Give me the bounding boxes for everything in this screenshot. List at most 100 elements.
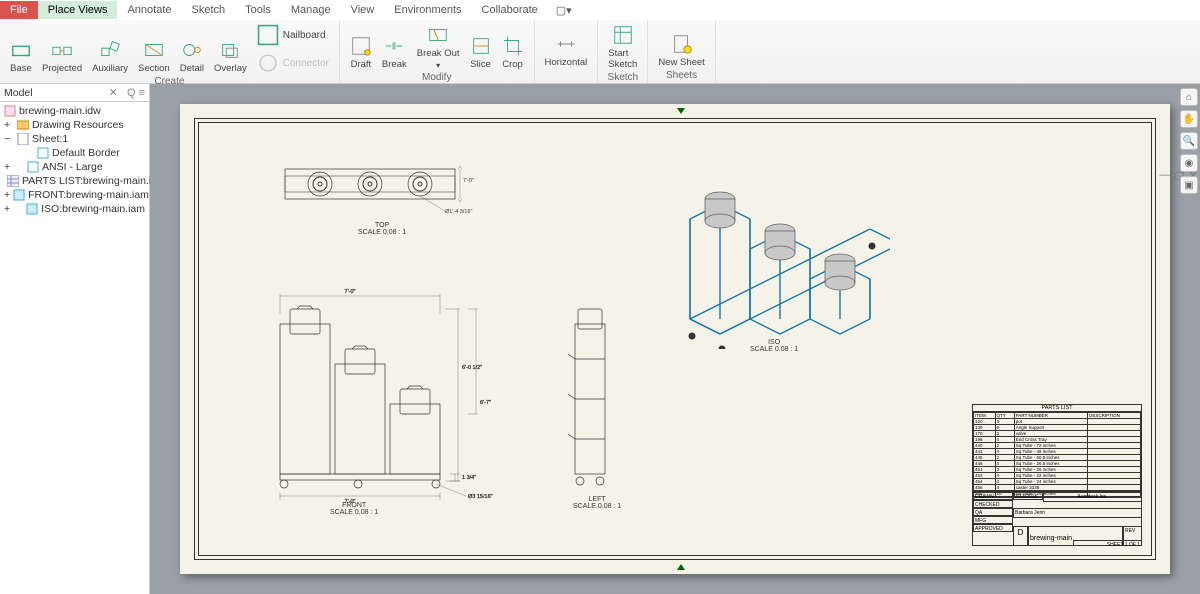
pan-icon[interactable]: ✋ (1180, 110, 1198, 128)
model-browser: Model ✕ Q ≡ brewing-main.idw +Drawing Re… (0, 84, 150, 594)
svg-text:1 3/4": 1 3/4" (462, 475, 476, 481)
ribbon-group-sketch: StartSketch Sketch (598, 20, 648, 83)
tab-collaborate[interactable]: Collaborate (472, 1, 548, 19)
tree-iso-view[interactable]: +ISO:brewing-main.iam (0, 202, 149, 216)
tb-date: 3/13/2015 (1013, 492, 1043, 500)
tab-manage[interactable]: Manage (281, 1, 341, 19)
projected-label: Projected (42, 63, 82, 74)
tb-qa: QA (973, 508, 1013, 516)
break-button[interactable]: Break (380, 33, 409, 72)
section-button[interactable]: Section (136, 37, 172, 76)
base-label: Base (10, 63, 32, 74)
svg-text:Ø1'-4 3/16": Ø1'-4 3/16" (445, 209, 473, 214)
new-sheet-label: New Sheet (658, 57, 704, 68)
ribbon: Base Projected Auxiliary Section Detail … (0, 20, 1200, 84)
dim-group-label (565, 70, 568, 83)
section-label: Section (138, 63, 170, 74)
ribbon-group-create: Base Projected Auxiliary Section Detail … (0, 20, 340, 83)
break-label: Break (382, 59, 407, 70)
top-view-label: TOPSCALE 0.08 : 1 (358, 222, 406, 236)
browser-tree: brewing-main.idw +Drawing Resources −She… (0, 102, 149, 218)
start-sketch-label: StartSketch (608, 48, 637, 70)
auxiliary-button[interactable]: Auxiliary (90, 37, 130, 76)
base-button[interactable]: Base (8, 37, 34, 76)
top-view: 7'-0" Ø1'-4 3/16" (280, 154, 480, 214)
left-view-label: LEFTSCALE 0.08 : 1 (573, 496, 621, 510)
auxiliary-label: Auxiliary (92, 63, 128, 74)
tree-resources-label: Drawing Resources (32, 119, 124, 131)
tb-designer: Barbara Jerin (1013, 508, 1142, 518)
browser-title: Model (4, 87, 33, 99)
svg-text:7'-0": 7'-0" (345, 289, 356, 295)
draft-button[interactable]: Draft (348, 33, 374, 72)
tb-mfg: MFG (973, 516, 1013, 524)
title-block: DRAWN CHECKED QA MFG APPROVED 3/13/2015 … (972, 491, 1142, 546)
new-sheet-button[interactable]: New Sheet (656, 31, 706, 70)
lookat-icon[interactable]: ▣ (1180, 176, 1198, 194)
svg-text:Ø3 15/16": Ø3 15/16" (468, 494, 493, 500)
parts-list-table: PARTS LIST ITEMQTYPART NUMBERDESCRIPTION… (972, 404, 1142, 498)
breakout-button[interactable]: Break Out▾ (415, 22, 462, 72)
tab-bar: File Place Views Annotate Sketch Tools M… (0, 0, 1200, 20)
tree-front-view-label: FRONT:brewing-main.iam (28, 189, 149, 201)
tab-annotate[interactable]: Annotate (117, 1, 181, 19)
tree-root[interactable]: brewing-main.idw (0, 104, 149, 118)
window-min[interactable]: — (1159, 169, 1170, 182)
tree-front-view[interactable]: +FRONT:brewing-main.iam (0, 188, 149, 202)
bottom-arrow-icon (675, 562, 687, 572)
sheets-group-label: Sheets (666, 70, 697, 83)
detail-button[interactable]: Detail (178, 37, 206, 76)
projected-button[interactable]: Projected (40, 37, 84, 76)
tab-sketch[interactable]: Sketch (182, 1, 236, 19)
left-view (550, 299, 630, 499)
parts-list-title: PARTS LIST (973, 405, 1141, 412)
tb-approved: APPROVED (973, 524, 1013, 532)
nailboard-button[interactable]: Nailboard (255, 22, 331, 48)
tab-view[interactable]: View (341, 1, 385, 19)
tree-sheet-label: Sheet:1 (32, 133, 68, 145)
slice-label: Slice (470, 59, 491, 70)
orbit-icon[interactable]: ◉ (1180, 154, 1198, 172)
tree-ansi-large[interactable]: +ANSI - Large (0, 160, 149, 174)
tb-size: D (1013, 526, 1028, 546)
tree-sheet[interactable]: −Sheet:1 (0, 132, 149, 146)
tab-environments[interactable]: Environments (384, 1, 471, 19)
svg-text:6'-0 1/2": 6'-0 1/2" (462, 365, 482, 371)
drawing-canvas[interactable]: 7'-0" Ø1'-4 3/16" TOPSCALE 0.08 : 1 (150, 84, 1200, 594)
ribbon-group-dim: Horizontal (535, 20, 599, 83)
horizontal-button[interactable]: Horizontal (543, 31, 590, 70)
overlay-button[interactable]: Overlay (212, 37, 249, 76)
zoom-icon[interactable]: 🔍 (1180, 132, 1198, 150)
drawing-sheet: 7'-0" Ø1'-4 3/16" TOPSCALE 0.08 : 1 (180, 104, 1170, 574)
present-dropdown[interactable]: ▢▾ (556, 4, 572, 17)
iso-view-label: ISOSCALE 0.08 : 1 (750, 339, 798, 353)
start-sketch-button[interactable]: StartSketch (606, 22, 639, 72)
svg-text:7'-0": 7'-0" (463, 178, 474, 184)
breakout-label: Break Out (417, 48, 460, 59)
tree-resources[interactable]: +Drawing Resources (0, 118, 149, 132)
top-arrow-icon (675, 106, 687, 116)
tb-checked: CHECKED (973, 500, 1013, 508)
browser-close[interactable]: ✕ Q ≡ (109, 86, 145, 99)
ribbon-group-modify: Draft Break Break Out▾ Slice Crop Modify (340, 20, 535, 83)
tree-root-label: brewing-main.idw (19, 105, 101, 117)
tree-default-border[interactable]: Default Border (0, 146, 149, 160)
tab-file[interactable]: File (0, 1, 38, 19)
tree-default-border-label: Default Border (52, 147, 120, 159)
tb-sheet: SHEET 1 OF 1 (1073, 540, 1142, 546)
tree-parts-list[interactable]: PARTS LIST:brewing-main.iam (0, 174, 149, 188)
front-view: 7'-0" 6'-0 1/2" 6'-7" 1 3/4" 7'-0" Ø3 15… (250, 284, 510, 504)
horizontal-label: Horizontal (545, 57, 588, 68)
tab-place-views[interactable]: Place Views (38, 1, 118, 19)
iso-view (660, 139, 890, 349)
connector-label: Connector (283, 58, 329, 69)
tree-iso-view-label: ISO:brewing-main.iam (41, 203, 145, 215)
slice-button[interactable]: Slice (468, 33, 494, 72)
crop-button[interactable]: Crop (500, 33, 526, 72)
draft-label: Draft (351, 59, 372, 70)
tree-ansi-large-label: ANSI - Large (42, 161, 103, 173)
detail-label: Detail (180, 63, 204, 74)
ribbon-group-sheets: New Sheet Sheets (648, 20, 715, 83)
home-icon[interactable]: ⌂ (1180, 88, 1198, 106)
tab-tools[interactable]: Tools (235, 1, 281, 19)
